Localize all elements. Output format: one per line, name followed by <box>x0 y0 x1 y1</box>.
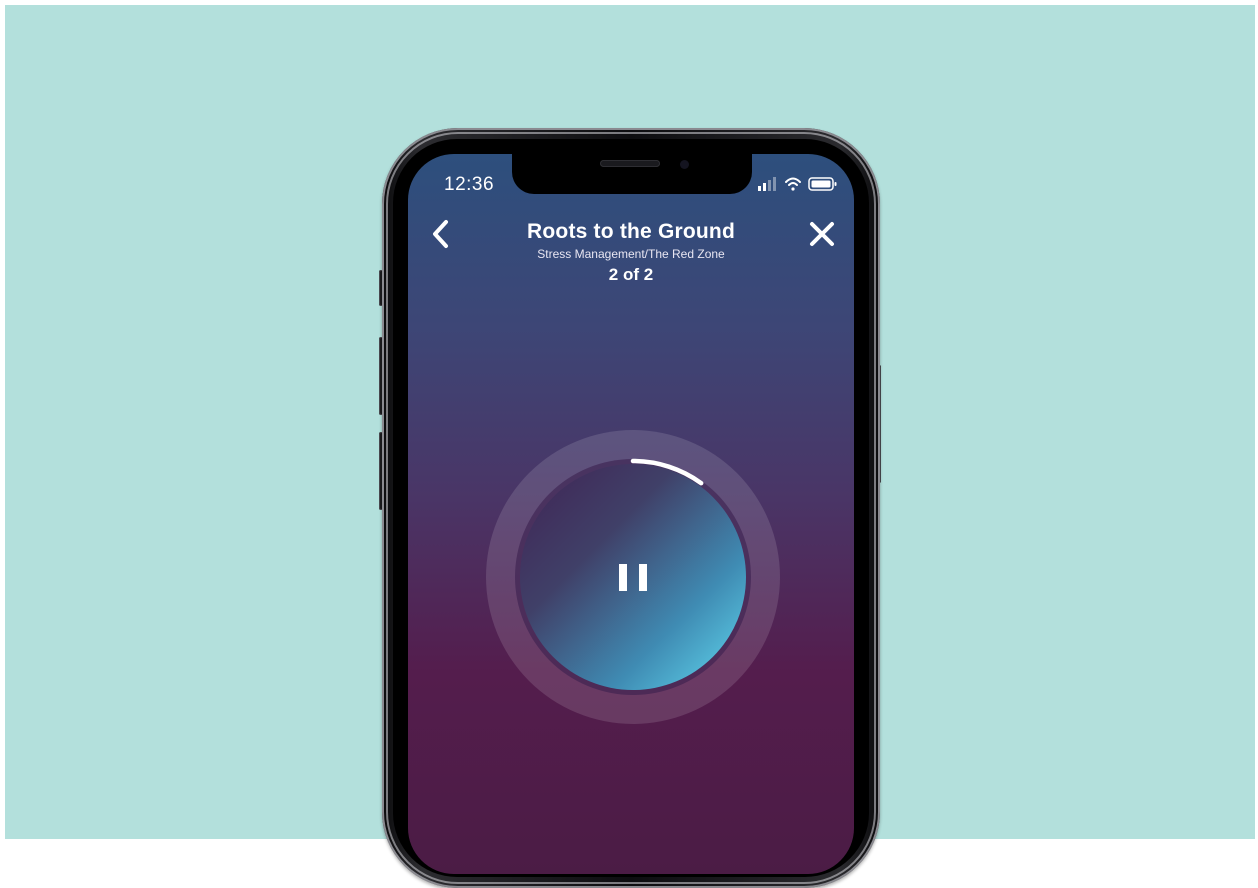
audio-player <box>486 430 780 724</box>
page-title: Roots to the Ground <box>527 220 735 243</box>
pause-button[interactable] <box>596 540 670 614</box>
signal-bars-icon <box>758 177 776 191</box>
page-subtitle: Stress Management/The Red Zone <box>537 247 725 261</box>
status-icons <box>758 177 837 191</box>
pause-icon <box>619 564 647 591</box>
phone-screen: 12:36 Roots to the Ground Stress Managem… <box>408 154 854 874</box>
session-progress: 2 of 2 <box>608 265 654 284</box>
battery-icon <box>808 177 837 191</box>
wifi-icon <box>785 177 801 191</box>
notch <box>512 154 752 194</box>
status-time: 12:36 <box>444 174 495 195</box>
